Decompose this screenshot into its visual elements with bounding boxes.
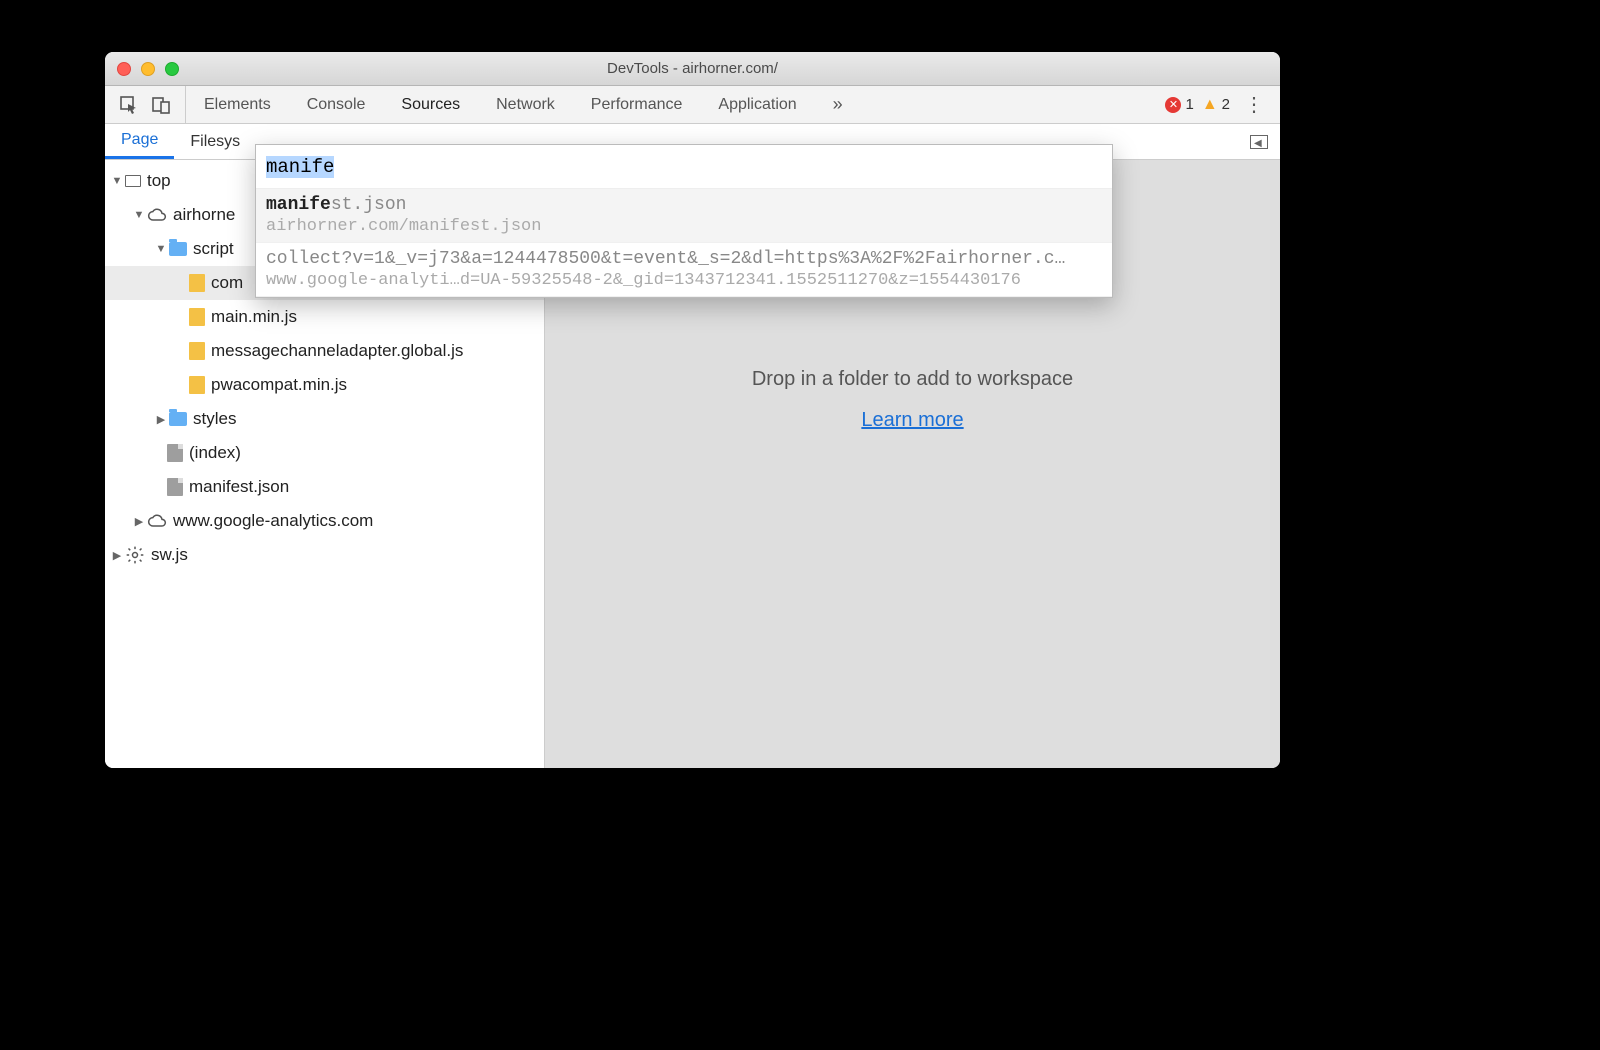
- tree-ga-label: www.google-analytics.com: [173, 511, 373, 531]
- result-title: collect?v=1&_v=j73&a=1244478500&t=event&…: [266, 249, 1102, 269]
- tree-file-pwa[interactable]: pwacompat.min.js: [105, 368, 544, 402]
- close-window-button[interactable]: [117, 62, 131, 76]
- warning-count[interactable]: ▲ 2: [1202, 96, 1230, 114]
- tree-folder-styles[interactable]: ▶ styles: [105, 402, 544, 436]
- toolbar-left-icons: [105, 86, 186, 123]
- file-icon: [167, 478, 183, 496]
- file-icon: [167, 444, 183, 462]
- tab-network[interactable]: Network: [478, 86, 573, 123]
- titlebar: DevTools - airhorner.com/: [105, 52, 1280, 86]
- settings-menu-icon[interactable]: ⋮: [1238, 92, 1270, 117]
- toggle-navigator-button[interactable]: ◀: [1238, 124, 1280, 159]
- tree-comlink-label: com: [211, 273, 243, 293]
- cloud-icon: [147, 511, 167, 531]
- tree-main-label: main.min.js: [211, 307, 297, 327]
- panel-tabs: Elements Console Sources Network Perform…: [186, 86, 1165, 123]
- chevron-down-icon: ▼: [155, 243, 167, 255]
- tab-application[interactable]: Application: [700, 86, 814, 123]
- warning-icon: ▲: [1202, 96, 1218, 114]
- zoom-window-button[interactable]: [165, 62, 179, 76]
- minimize-window-button[interactable]: [141, 62, 155, 76]
- folder-icon: [169, 242, 187, 256]
- error-icon: ✕: [1165, 97, 1181, 113]
- js-file-icon: [189, 376, 205, 394]
- js-file-icon: [189, 274, 205, 292]
- tree-manifest-label: manifest.json: [189, 477, 289, 497]
- learn-more-link[interactable]: Learn more: [861, 409, 963, 432]
- js-file-icon: [189, 308, 205, 326]
- tree-sw[interactable]: ▶ sw.js: [105, 538, 544, 572]
- gear-icon: [125, 545, 145, 565]
- cloud-icon: [147, 205, 167, 225]
- tree-domain-label: airhorne: [173, 205, 235, 225]
- quick-open-input[interactable]: manife: [256, 145, 1112, 189]
- subtab-filesystem[interactable]: Filesys: [174, 124, 256, 159]
- error-count-value: 1: [1185, 96, 1193, 113]
- result-subtitle: airhorner.com/manifest.json: [266, 217, 1102, 236]
- inspect-icon[interactable]: [119, 95, 139, 115]
- tree-pwa-label: pwacompat.min.js: [211, 375, 347, 395]
- tree-mca-label: messagechanneladapter.global.js: [211, 341, 463, 361]
- tree-scripts-label: script: [193, 239, 234, 259]
- traffic-lights: [117, 62, 179, 76]
- folder-icon: [169, 412, 187, 426]
- chevron-down-icon: ▼: [111, 175, 123, 187]
- tabs-overflow[interactable]: »: [815, 86, 861, 123]
- panel-toggle-icon: ◀: [1250, 135, 1268, 149]
- tree-top-label: top: [147, 171, 171, 191]
- quick-open-result-0[interactable]: manifest.json airhorner.com/manifest.jso…: [256, 189, 1112, 243]
- chevron-right-icon: ▶: [111, 549, 123, 562]
- window-title: DevTools - airhorner.com/: [105, 60, 1280, 77]
- warning-count-value: 2: [1222, 96, 1230, 113]
- frame-icon: [125, 175, 141, 187]
- tree-styles-label: styles: [193, 409, 236, 429]
- result-match: manife: [266, 195, 331, 215]
- result-rest: collect?v=1&_v=j73&a=1244478500&t=event&…: [266, 249, 1065, 269]
- toolbar-right: ✕ 1 ▲ 2 ⋮: [1165, 92, 1280, 117]
- tree-file-manifest[interactable]: manifest.json: [105, 470, 544, 504]
- tree-index-label: (index): [189, 443, 241, 463]
- quick-open-result-1[interactable]: collect?v=1&_v=j73&a=1244478500&t=event&…: [256, 243, 1112, 297]
- tab-performance[interactable]: Performance: [573, 86, 701, 123]
- chevron-right-icon: ▶: [155, 413, 167, 426]
- quick-open-dialog: manife manifest.json airhorner.com/manif…: [255, 144, 1113, 298]
- tree-sw-label: sw.js: [151, 545, 188, 565]
- main-toolbar: Elements Console Sources Network Perform…: [105, 86, 1280, 124]
- tree-file-index[interactable]: (index): [105, 436, 544, 470]
- result-rest: st.json: [331, 195, 407, 215]
- js-file-icon: [189, 342, 205, 360]
- result-subtitle: www.google-analyti…d=UA-59325548-2&_gid=…: [266, 271, 1102, 290]
- device-toggle-icon[interactable]: [151, 95, 171, 115]
- tab-sources[interactable]: Sources: [383, 86, 478, 123]
- chevron-right-icon: ▶: [133, 515, 145, 528]
- subtab-page[interactable]: Page: [105, 124, 174, 159]
- error-count[interactable]: ✕ 1: [1165, 96, 1193, 113]
- chevron-down-icon: ▼: [133, 209, 145, 221]
- tab-elements[interactable]: Elements: [186, 86, 289, 123]
- tree-domain-ga[interactable]: ▶ www.google-analytics.com: [105, 504, 544, 538]
- tab-console[interactable]: Console: [289, 86, 384, 123]
- tree-file-main[interactable]: main.min.js: [105, 300, 544, 334]
- tree-file-mca[interactable]: messagechanneladapter.global.js: [105, 334, 544, 368]
- drop-hint-text: Drop in a folder to add to workspace: [752, 368, 1073, 391]
- quick-open-query: manife: [266, 156, 334, 178]
- result-title: manifest.json: [266, 195, 1102, 215]
